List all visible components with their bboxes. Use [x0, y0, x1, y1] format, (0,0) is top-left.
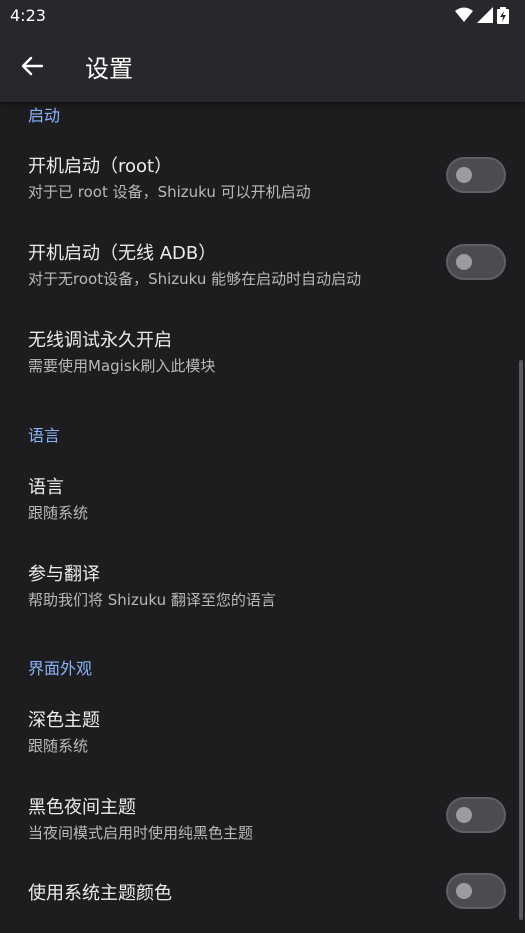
pref-translate[interactable]: 参与翻译 帮助我们将 Shizuku 翻译至您的语言	[0, 546, 525, 632]
status-icons	[455, 6, 509, 24]
status-bar: 4:23	[0, 0, 525, 30]
pref-title: 深色主题	[28, 710, 100, 731]
scrollbar[interactable]	[519, 360, 523, 920]
pref-title: 使用系统主题颜色	[28, 883, 172, 904]
status-time: 4:23	[10, 6, 46, 25]
black-night-switch[interactable]	[446, 797, 506, 833]
pref-system-colors[interactable]: 使用系统主题颜色	[0, 866, 525, 933]
pref-title: 开机启动（root）	[28, 156, 173, 177]
arrow-back-icon	[21, 56, 43, 76]
pref-language[interactable]: 语言 跟随系统	[0, 459, 525, 545]
pref-summary: 对于无root设备，Shizuku 能够在启动时自动启动	[28, 270, 362, 288]
pref-title: 无线调试永久开启	[28, 330, 172, 351]
system-colors-switch[interactable]	[446, 873, 506, 909]
pref-summary: 跟随系统	[28, 504, 89, 522]
pref-title: 开机启动（无线 ADB）	[28, 243, 217, 264]
pref-wireless-debug[interactable]: 无线调试永久开启 需要使用Magisk刷入此模块	[0, 312, 525, 398]
wifi-icon	[455, 7, 473, 22]
pref-title: 黑色夜间主题	[28, 797, 136, 818]
switch-thumb	[456, 807, 472, 823]
switch-thumb	[456, 254, 472, 270]
pref-title: 参与翻译	[28, 564, 100, 585]
pref-title: 语言	[28, 477, 64, 498]
boot-adb-switch[interactable]	[446, 244, 506, 280]
pref-summary: 需要使用Magisk刷入此模块	[28, 357, 216, 375]
pref-summary: 跟随系统	[28, 737, 89, 755]
back-button[interactable]	[14, 48, 50, 84]
pref-summary: 当夜间模式启用时使用纯黑色主题	[28, 824, 254, 842]
app-bar: 设置	[0, 30, 525, 102]
pref-summary: 帮助我们将 Shizuku 翻译至您的语言	[28, 591, 276, 609]
battery-icon	[497, 6, 509, 24]
pref-boot-adb[interactable]: 开机启动（无线 ADB） 对于无root设备，Shizuku 能够在启动时自动启…	[0, 225, 525, 311]
section-header-appearance: 界面外观	[28, 659, 93, 678]
settings-list[interactable]: 启动 开机启动（root） 对于已 root 设备，Shizuku 可以开机启动…	[0, 102, 525, 933]
section-header-language: 语言	[28, 426, 61, 445]
pref-dark-theme[interactable]: 深色主题 跟随系统	[0, 692, 525, 778]
switch-thumb	[456, 167, 472, 183]
boot-root-switch[interactable]	[446, 157, 506, 193]
section-header-startup: 启动	[28, 106, 61, 125]
pref-summary: 对于已 root 设备，Shizuku 可以开机启动	[28, 183, 311, 201]
signal-icon	[477, 7, 493, 23]
pref-boot-root[interactable]: 开机启动（root） 对于已 root 设备，Shizuku 可以开机启动	[0, 138, 525, 224]
page-title: 设置	[85, 55, 133, 83]
pref-black-night-theme[interactable]: 黑色夜间主题 当夜间模式启用时使用纯黑色主题	[0, 779, 525, 865]
switch-thumb	[456, 883, 472, 899]
